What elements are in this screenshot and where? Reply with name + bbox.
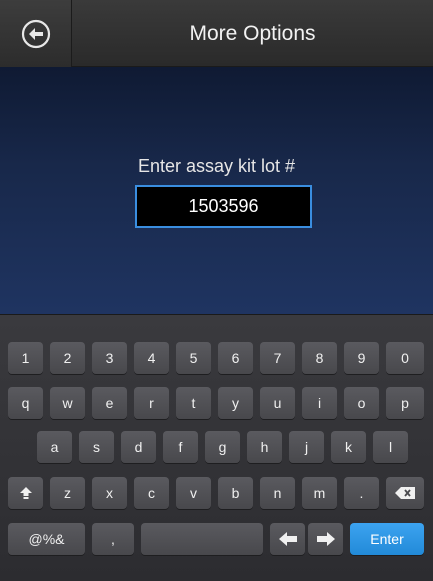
- key-5[interactable]: 5: [176, 342, 211, 374]
- key-c[interactable]: c: [134, 477, 169, 509]
- key-q[interactable]: q: [8, 387, 43, 419]
- content-panel: Enter assay kit lot # 1503596: [0, 67, 433, 314]
- key-k[interactable]: k: [331, 431, 366, 463]
- key-i[interactable]: i: [302, 387, 337, 419]
- key-6[interactable]: 6: [218, 342, 253, 374]
- key-comma[interactable]: ,: [92, 523, 134, 555]
- key-0[interactable]: 0: [386, 342, 424, 374]
- key-3[interactable]: 3: [92, 342, 127, 374]
- key-v[interactable]: v: [176, 477, 211, 509]
- left-arrow-icon: [278, 532, 297, 546]
- key-1[interactable]: 1: [8, 342, 43, 374]
- lot-number-input[interactable]: 1503596: [135, 185, 312, 228]
- key-f[interactable]: f: [163, 431, 198, 463]
- on-screen-keyboard: 1 2 3 4 5 6 7 8 9 0 q w e r t y u i o p …: [0, 314, 433, 581]
- key-t[interactable]: t: [176, 387, 211, 419]
- page-title: More Options: [189, 21, 316, 45]
- key-z[interactable]: z: [50, 477, 85, 509]
- key-l[interactable]: l: [373, 431, 408, 463]
- right-arrow-key[interactable]: [308, 523, 343, 555]
- symbols-key[interactable]: @%&: [8, 523, 85, 555]
- key-d[interactable]: d: [121, 431, 156, 463]
- key-p[interactable]: p: [386, 387, 424, 419]
- key-b[interactable]: b: [218, 477, 253, 509]
- key-2[interactable]: 2: [50, 342, 85, 374]
- key-period[interactable]: .: [344, 477, 379, 509]
- shift-key[interactable]: [8, 477, 43, 509]
- back-arrow-circle-icon: [21, 19, 50, 48]
- key-j[interactable]: j: [289, 431, 324, 463]
- key-o[interactable]: o: [344, 387, 379, 419]
- key-8[interactable]: 8: [302, 342, 337, 374]
- header-bar: More Options: [0, 0, 433, 67]
- key-g[interactable]: g: [205, 431, 240, 463]
- key-h[interactable]: h: [247, 431, 282, 463]
- backspace-icon: [395, 487, 415, 499]
- key-7[interactable]: 7: [260, 342, 295, 374]
- key-e[interactable]: e: [92, 387, 127, 419]
- backspace-key[interactable]: [386, 477, 424, 509]
- key-s[interactable]: s: [79, 431, 114, 463]
- back-button[interactable]: [0, 0, 72, 67]
- space-key[interactable]: [141, 523, 263, 555]
- right-arrow-icon: [316, 532, 335, 546]
- shift-icon: [19, 487, 32, 499]
- key-y[interactable]: y: [218, 387, 253, 419]
- left-arrow-key[interactable]: [270, 523, 305, 555]
- lot-prompt-label: Enter assay kit lot #: [137, 156, 296, 176]
- enter-key[interactable]: Enter: [350, 523, 424, 555]
- key-4[interactable]: 4: [134, 342, 169, 374]
- key-9[interactable]: 9: [344, 342, 379, 374]
- key-n[interactable]: n: [260, 477, 295, 509]
- key-u[interactable]: u: [260, 387, 295, 419]
- key-x[interactable]: x: [92, 477, 127, 509]
- key-m[interactable]: m: [302, 477, 337, 509]
- key-r[interactable]: r: [134, 387, 169, 419]
- key-a[interactable]: a: [37, 431, 72, 463]
- key-w[interactable]: w: [50, 387, 85, 419]
